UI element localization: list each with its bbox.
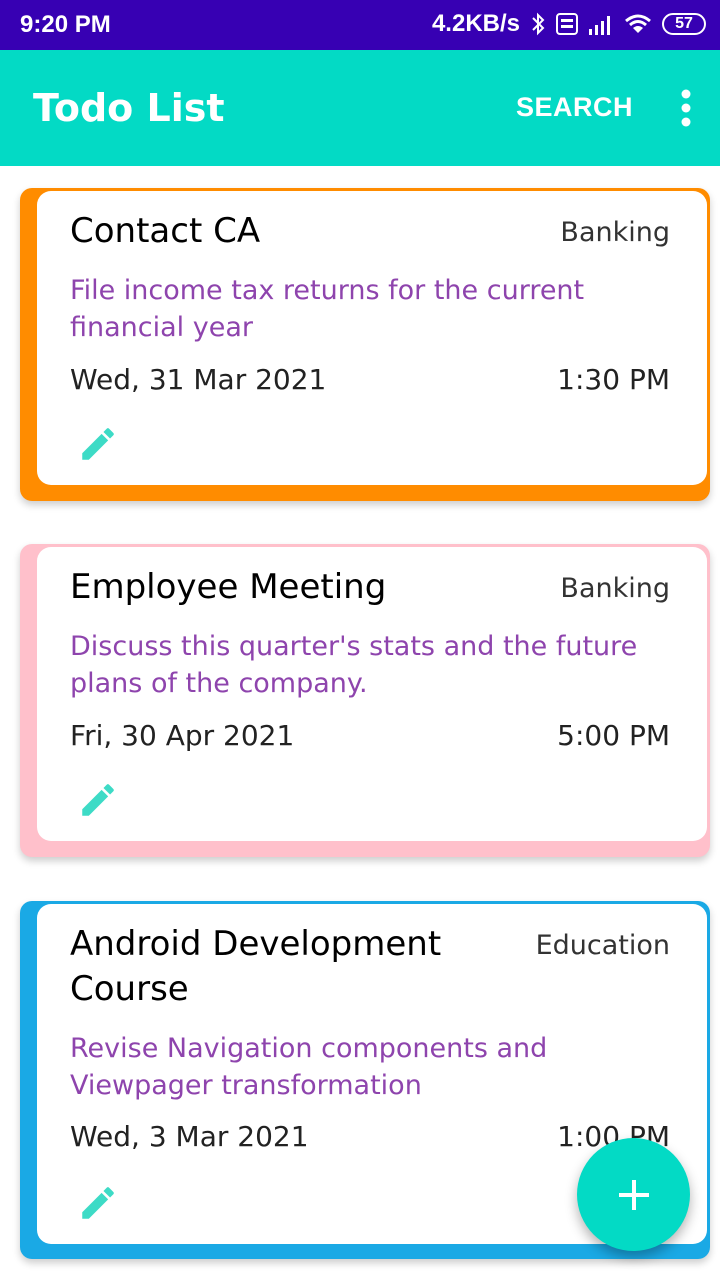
todo-date: Wed, 3 Mar 2021: [70, 1120, 309, 1153]
todo-category: Banking: [560, 217, 670, 248]
todo-description: Discuss this quarter's stats and the fut…: [70, 631, 638, 699]
status-icons: 4.2KB/s 57: [432, 10, 706, 38]
network-speed: 4.2KB/s: [431, 10, 520, 37]
todo-card[interactable]: Employee Meeting Banking Discuss this qu…: [20, 544, 710, 857]
wifi-icon: [624, 13, 652, 35]
todo-title: Employee Meeting: [70, 567, 387, 607]
todo-card-body: Contact CA Banking File income tax retur…: [37, 191, 707, 485]
edit-icon[interactable]: [77, 1182, 119, 1224]
bluetooth-icon: [530, 12, 546, 36]
todo-category: Banking: [560, 573, 670, 604]
todo-time: 5:00 PM: [557, 719, 670, 752]
todo-description: File income tax returns for the current …: [70, 275, 585, 343]
edit-icon[interactable]: [77, 423, 119, 465]
todo-date: Fri, 30 Apr 2021: [70, 719, 295, 752]
todo-time: 1:30 PM: [557, 363, 670, 396]
app-bar: Todo List SEARCH: [0, 50, 720, 166]
status-bar: 9:20 PM 4.2KB/s 57: [0, 0, 720, 50]
todo-card-body: Employee Meeting Banking Discuss this qu…: [37, 547, 707, 841]
todo-date: Wed, 31 Mar 2021: [70, 363, 327, 396]
more-vert-icon[interactable]: [672, 88, 700, 128]
battery-icon: 57: [662, 13, 706, 35]
search-button[interactable]: SEARCH: [516, 92, 633, 123]
todo-category: Education: [535, 930, 670, 961]
signal-icon: [588, 13, 614, 35]
todo-title: Contact CA: [70, 211, 261, 251]
page-title: Todo List: [33, 86, 225, 130]
volte-icon: [556, 12, 578, 36]
edit-icon[interactable]: [77, 779, 119, 821]
battery-level: 57: [675, 15, 693, 32]
add-todo-button[interactable]: [577, 1138, 690, 1251]
status-time: 9:20 PM: [20, 11, 111, 38]
todo-title: Android Development Course: [70, 924, 442, 1009]
todo-description: Revise Navigation components and Viewpag…: [70, 1033, 548, 1101]
todo-card[interactable]: Contact CA Banking File income tax retur…: [20, 188, 710, 501]
add-icon: [617, 1178, 651, 1212]
